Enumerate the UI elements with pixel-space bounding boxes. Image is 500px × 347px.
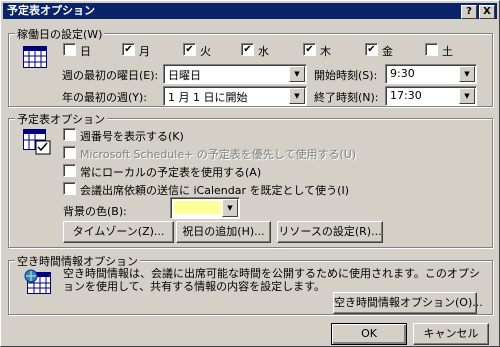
start-time-value: 9:30 xyxy=(390,67,415,80)
day-checkbox-5[interactable]: ✔ xyxy=(365,43,378,56)
timezone-button[interactable]: タイムゾーン(Z)... xyxy=(63,221,174,243)
day-label-5: 金 xyxy=(382,45,393,58)
option-checkbox-2[interactable] xyxy=(63,164,76,177)
option-checkbox-1 xyxy=(63,146,76,159)
dropdown-arrow-icon[interactable]: ▼ xyxy=(289,88,305,104)
option-label-2: 常にローカルの予定表を使用する(A) xyxy=(80,166,262,179)
resource-settings-button[interactable]: リソースの設定(R)... xyxy=(277,221,383,243)
background-color-select[interactable]: ▼ xyxy=(170,197,240,219)
first-week-label: 年の最初の週(Y): xyxy=(62,91,148,104)
start-time-label: 開始時刻(S): xyxy=(314,69,378,82)
option-label-3: 会議出席依頼の送信に iCalendar を既定として使う(I) xyxy=(80,184,350,197)
start-time-select[interactable]: 9:30 ▼ xyxy=(385,64,477,84)
add-holidays-button[interactable]: 祝日の追加(H)... xyxy=(176,221,271,243)
dropdown-arrow-icon[interactable]: ▼ xyxy=(459,88,475,104)
day-label-1: 月 xyxy=(139,45,150,58)
close-button[interactable]: X xyxy=(479,5,495,19)
end-time-select[interactable]: 17:30 ▼ xyxy=(385,86,477,106)
first-day-value: 日曜日 xyxy=(168,69,201,82)
dropdown-arrow-icon[interactable]: ▼ xyxy=(289,66,305,82)
day-label-2: 火 xyxy=(200,45,211,58)
dialog-title: 予定表オプション xyxy=(7,4,95,17)
first-day-select[interactable]: 日曜日 ▼ xyxy=(163,64,307,84)
day-checkbox-3[interactable]: ✔ xyxy=(241,43,254,56)
day-label-0: 日 xyxy=(80,45,91,58)
day-label-6: 土 xyxy=(442,45,453,58)
day-label-3: 水 xyxy=(258,45,269,58)
day-checkbox-2[interactable]: ✔ xyxy=(183,43,196,56)
first-week-select[interactable]: 1 月 1 日に開始 ▼ xyxy=(163,86,307,106)
option-checkbox-0[interactable] xyxy=(63,128,76,141)
background-color-label: 背景の色(B): xyxy=(63,205,127,218)
calendar-options-icon xyxy=(23,129,51,155)
dialog-window: 予定表オプション ? X 稼働日の設定(W) 日 ✔ 月 ✔ 火 ✔ 水 ✔ 木 ✔ 金 土 週の最初… xyxy=(0,0,500,347)
calendar-options-title: 予定表オプション xyxy=(15,111,107,127)
option-label-0: 週番号を表示する(K) xyxy=(80,130,184,143)
day-checkbox-1[interactable]: ✔ xyxy=(122,43,135,56)
freebusy-options-button[interactable]: 空き時間情報オプション(O)... xyxy=(333,292,483,314)
day-checkbox-0[interactable] xyxy=(63,43,76,56)
help-button[interactable]: ? xyxy=(461,5,477,19)
workweek-group-title: 稼働日の設定(W) xyxy=(15,26,105,42)
first-day-label: 週の最初の曜日(E): xyxy=(62,69,159,82)
end-time-value: 17:30 xyxy=(390,89,422,102)
day-label-4: 木 xyxy=(320,45,331,58)
option-label-1: Microsoft Schedule+ の予定表を優先して使用する(U) xyxy=(80,148,357,161)
calendar-grid-icon xyxy=(23,46,47,68)
day-checkbox-6[interactable] xyxy=(425,43,438,56)
color-swatch xyxy=(174,201,221,214)
dropdown-arrow-icon[interactable]: ▼ xyxy=(459,66,475,82)
freebusy-description: 空き時間情報は、会議に出席可能な時間を公開するために使用されます。このオプション… xyxy=(63,267,480,293)
ok-button[interactable]: OK xyxy=(331,323,407,345)
end-time-label: 終了時刻(N): xyxy=(314,91,379,104)
freebusy-icon xyxy=(24,269,51,294)
title-bar: 予定表オプション ? X xyxy=(3,3,497,19)
first-week-value: 1 月 1 日に開始 xyxy=(168,91,248,104)
cancel-button[interactable]: キャンセル xyxy=(413,323,489,345)
dropdown-arrow-icon[interactable]: ▼ xyxy=(222,199,238,217)
day-checkbox-4[interactable]: ✔ xyxy=(303,43,316,56)
option-checkbox-3[interactable] xyxy=(63,182,76,195)
